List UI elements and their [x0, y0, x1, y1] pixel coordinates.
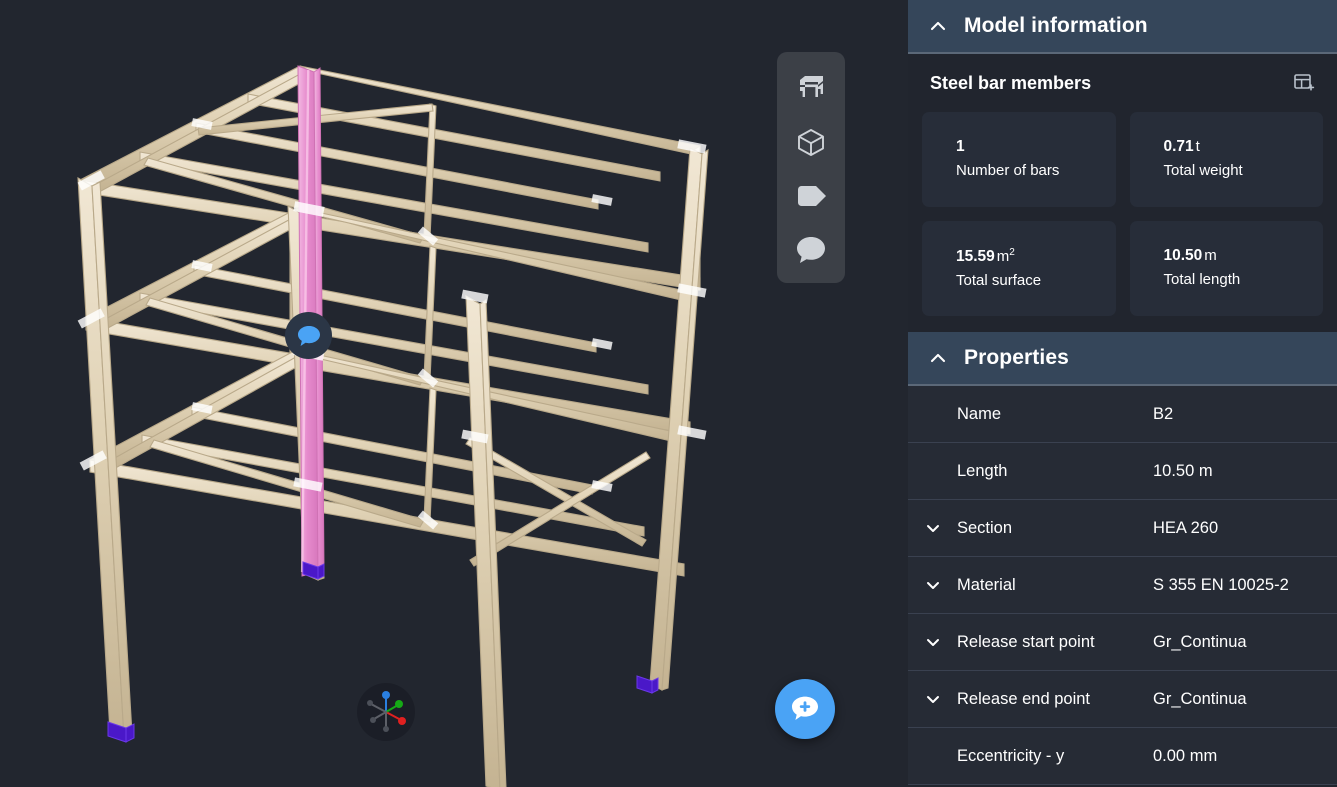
stat-card-total-weight: 0.71 t Total weight	[1129, 112, 1323, 207]
property-row-eccentricity-y[interactable]: Eccentricity - y 0.00 mm	[908, 728, 1337, 785]
steel-bar-members-label: Steel bar members	[930, 72, 1092, 93]
stat-label: Total length	[1163, 270, 1241, 288]
property-value: Gr_Continua	[1153, 632, 1247, 651]
comment-icon[interactable]	[785, 226, 837, 274]
stat-card-total-length: 10.50 m Total length	[1129, 221, 1323, 316]
properties-header[interactable]: Properties	[908, 332, 1337, 386]
property-row-section[interactable]: Section HEA 260	[908, 500, 1337, 557]
property-row-release-end-point[interactable]: Release end point Gr_Continua	[908, 671, 1337, 728]
model-comment-pin[interactable]	[285, 312, 332, 359]
property-label: Release end point	[957, 689, 1091, 708]
steel-frame-model	[0, 0, 908, 787]
property-value: B2	[1153, 404, 1174, 423]
property-value: HEA 260	[1153, 518, 1219, 537]
property-value: Gr_Continua	[1153, 689, 1247, 708]
cube-icon[interactable]	[785, 118, 837, 166]
properties-list: Name B2 Length 10.50 m Section HEA 260 M…	[908, 386, 1337, 785]
stat-label: Number of bars	[956, 161, 1060, 179]
properties-title: Properties	[964, 346, 1069, 369]
frame-structure-icon[interactable]	[785, 64, 837, 112]
chevron-down-icon[interactable]	[908, 633, 957, 651]
axis-x-dot	[398, 717, 406, 725]
chevron-down-icon[interactable]	[908, 576, 957, 594]
stat-label: Total surface	[956, 271, 1042, 289]
property-label: Name	[957, 404, 1002, 423]
property-label: Eccentricity - y	[957, 746, 1065, 765]
property-row-material[interactable]: Material S 355 EN 10025-2	[908, 557, 1337, 614]
3d-viewport[interactable]	[0, 0, 908, 787]
property-value: 10.50 m	[1153, 461, 1213, 480]
property-row-name[interactable]: Name B2	[908, 386, 1337, 443]
add-to-table-icon[interactable]	[1289, 68, 1319, 98]
stat-label: Total weight	[1163, 161, 1243, 179]
property-row-length[interactable]: Length 10.50 m	[908, 443, 1337, 500]
property-label: Material	[957, 575, 1016, 594]
model-information-title: Model information	[964, 14, 1148, 37]
property-label: Section	[957, 518, 1013, 537]
stat-value: 1	[956, 138, 965, 155]
property-value: S 355 EN 10025-2	[1153, 575, 1289, 594]
stat-card-total-surface: 15.59 m2 Total surface	[922, 221, 1116, 316]
property-label: Length	[957, 461, 1008, 480]
axis-z-dot	[382, 691, 390, 699]
add-comment-fab[interactable]	[775, 679, 835, 739]
chevron-down-icon[interactable]	[908, 690, 957, 708]
property-row-release-start-point[interactable]: Release start point Gr_Continua	[908, 614, 1337, 671]
model-information-header[interactable]: Model information	[908, 0, 1337, 54]
app-root: Model information Steel bar members 1 Nu…	[0, 0, 1337, 787]
axis-y-dot	[395, 700, 403, 708]
info-panel: Model information Steel bar members 1 Nu…	[908, 0, 1337, 787]
axis-gizmo[interactable]	[357, 683, 415, 741]
property-value: 0.00 mm	[1153, 746, 1218, 765]
viewport-toolbar	[777, 52, 845, 283]
stat-card-number-of-bars: 1 Number of bars	[922, 112, 1116, 207]
stat-value: 0.71 t	[1163, 138, 1200, 155]
tag-icon[interactable]	[785, 172, 837, 220]
chevron-up-icon	[928, 16, 948, 36]
property-label: Release start point	[957, 632, 1095, 651]
steel-bar-members-subheader: Steel bar members	[922, 54, 1323, 112]
model-information-body: Steel bar members 1 Number of bars 0.71 …	[908, 54, 1337, 332]
steel-bar-stats-grid: 1 Number of bars 0.71 t Total weight 15.5…	[922, 112, 1323, 332]
chevron-up-icon	[928, 348, 948, 368]
chevron-down-icon[interactable]	[908, 519, 957, 537]
stat-value: 15.59 m2	[956, 247, 1015, 265]
stat-value: 10.50 m	[1163, 247, 1217, 264]
